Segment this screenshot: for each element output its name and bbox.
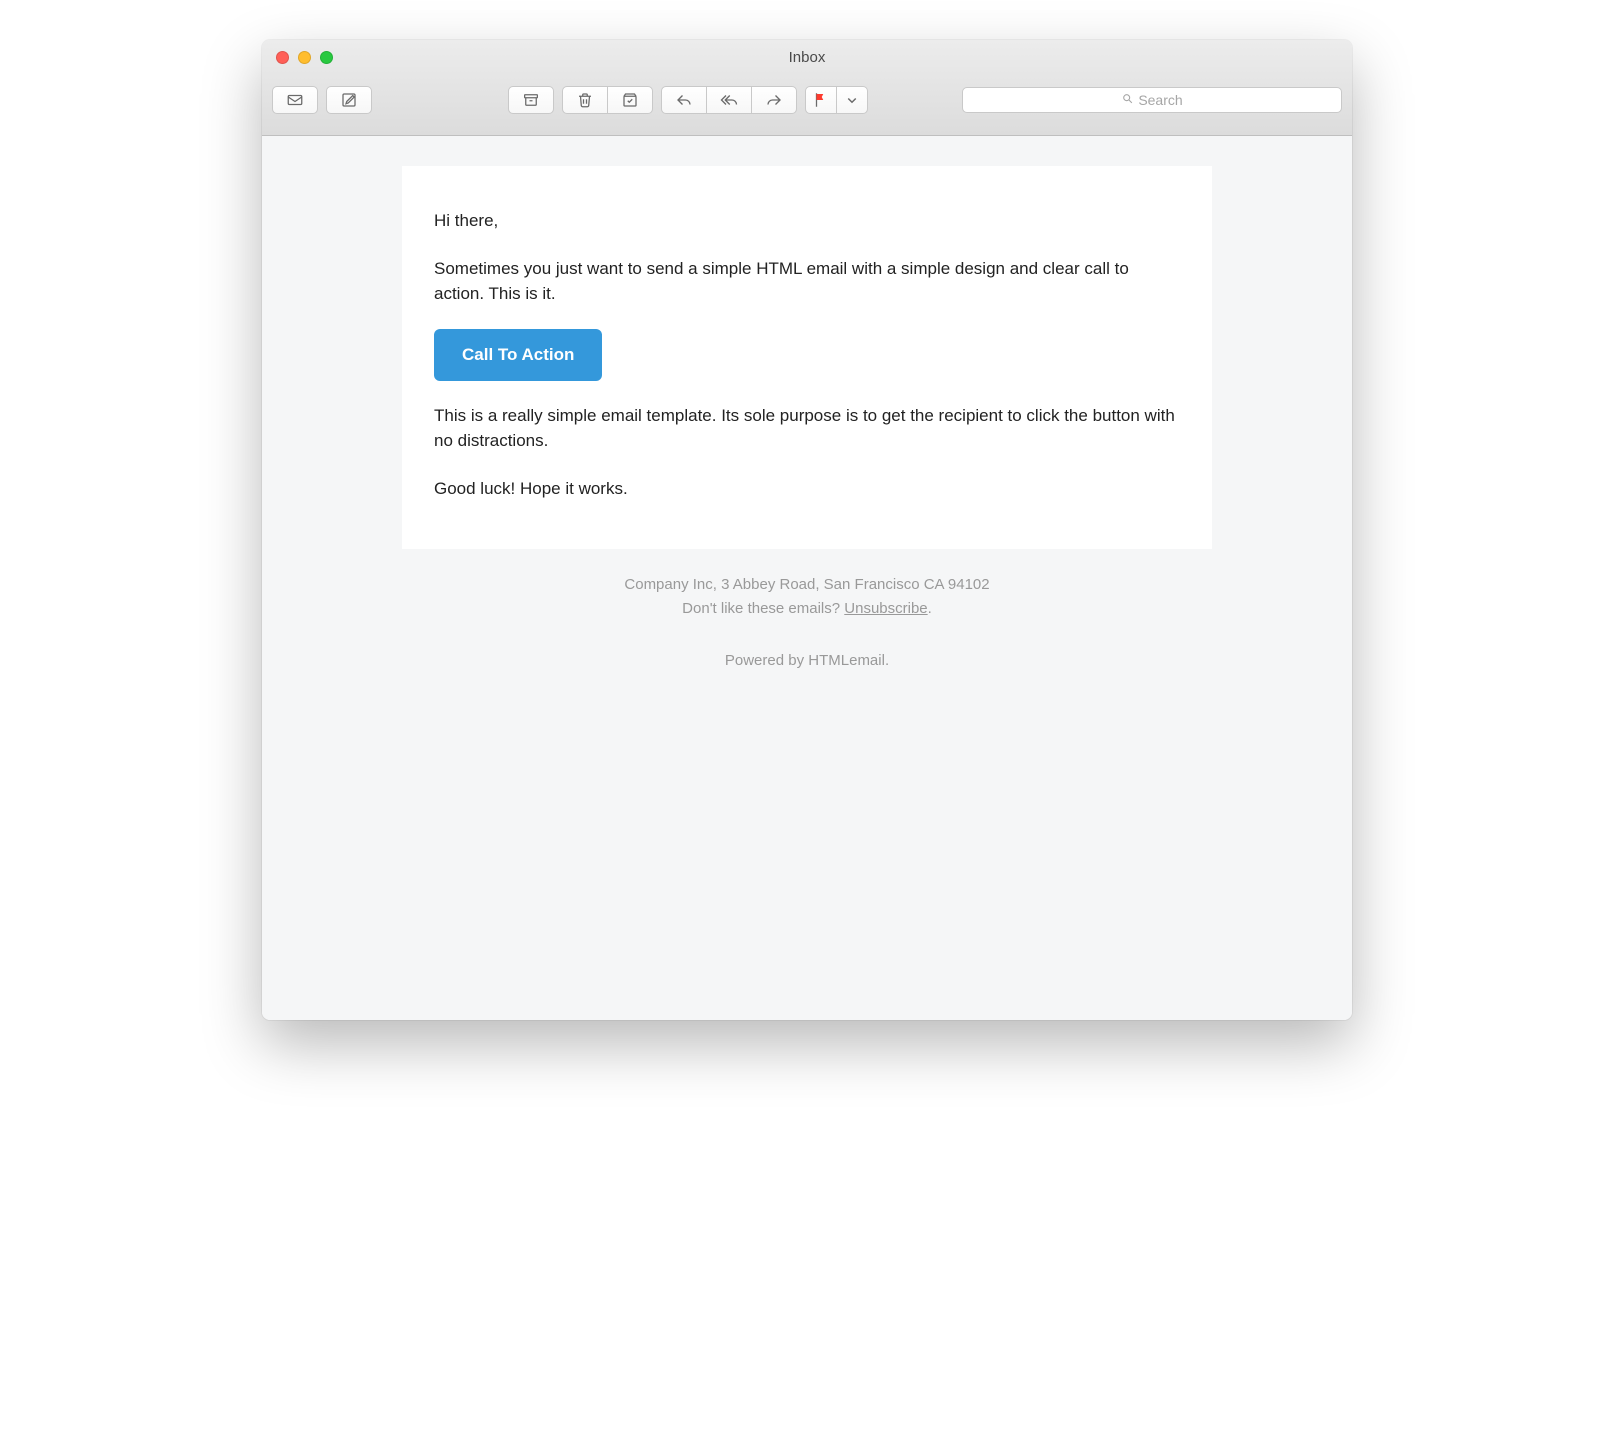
search-wrap: Search [876, 87, 1342, 113]
delete-junk-group [562, 86, 653, 114]
delete-button[interactable] [562, 86, 608, 114]
minimize-window-button[interactable] [298, 51, 311, 64]
search-icon [1121, 92, 1134, 108]
footer-unsubscribe-line: Don't like these emails? Unsubscribe. [402, 597, 1212, 621]
chevron-down-icon [843, 91, 861, 109]
footer-powered-line: Powered by HTMLemail. [402, 649, 1212, 673]
email-body2: This is a really simple email template. … [434, 403, 1180, 454]
window-controls [262, 51, 333, 64]
flag-group [805, 86, 868, 114]
archive-button[interactable] [508, 86, 554, 114]
reply-icon [675, 91, 693, 109]
forward-icon [765, 91, 783, 109]
search-input[interactable]: Search [962, 87, 1342, 113]
email-intro: Sometimes you just want to send a simple… [434, 256, 1180, 307]
compose-button[interactable] [326, 86, 372, 114]
email-closing: Good luck! Hope it works. [434, 476, 1180, 502]
compose-icon [340, 91, 358, 109]
flag-icon [812, 91, 830, 109]
titlebar-top: Inbox [262, 40, 1352, 76]
powered-suffix: . [885, 652, 889, 669]
mailboxes-button[interactable] [272, 86, 318, 114]
junk-button[interactable] [607, 86, 653, 114]
content-area: Hi there, Sometimes you just want to sen… [262, 136, 1352, 1020]
powered-brand: HTMLemail [808, 652, 885, 669]
flag-button[interactable] [805, 86, 837, 114]
toolbar: Search [262, 76, 1352, 135]
close-window-button[interactable] [276, 51, 289, 64]
mail-window: Inbox [262, 40, 1352, 1020]
trash-icon [576, 91, 594, 109]
cta-label: Call To Action [462, 345, 574, 364]
cta-button[interactable]: Call To Action [434, 329, 602, 381]
email-greeting: Hi there, [434, 208, 1180, 234]
email-footer: Company Inc, 3 Abbey Road, San Francisco… [402, 573, 1212, 673]
zoom-window-button[interactable] [320, 51, 333, 64]
junk-icon [621, 91, 639, 109]
reply-forward-group [661, 86, 797, 114]
footer-address: Company Inc, 3 Abbey Road, San Francisco… [402, 573, 1212, 597]
unsubscribe-prefix: Don't like these emails? [682, 600, 844, 617]
window-title: Inbox [262, 49, 1352, 66]
email-body: Hi there, Sometimes you just want to sen… [402, 166, 1212, 549]
powered-prefix: Powered by [725, 652, 808, 669]
reply-all-icon [720, 91, 738, 109]
unsubscribe-link[interactable]: Unsubscribe [844, 600, 927, 617]
forward-button[interactable] [751, 86, 797, 114]
titlebar: Inbox [262, 40, 1352, 136]
search-placeholder: Search [1138, 92, 1182, 108]
mailboxes-icon [286, 91, 304, 109]
reply-all-button[interactable] [706, 86, 752, 114]
archive-icon [522, 91, 540, 109]
unsubscribe-suffix: . [928, 600, 932, 617]
flag-dropdown-button[interactable] [836, 86, 868, 114]
reply-button[interactable] [661, 86, 707, 114]
